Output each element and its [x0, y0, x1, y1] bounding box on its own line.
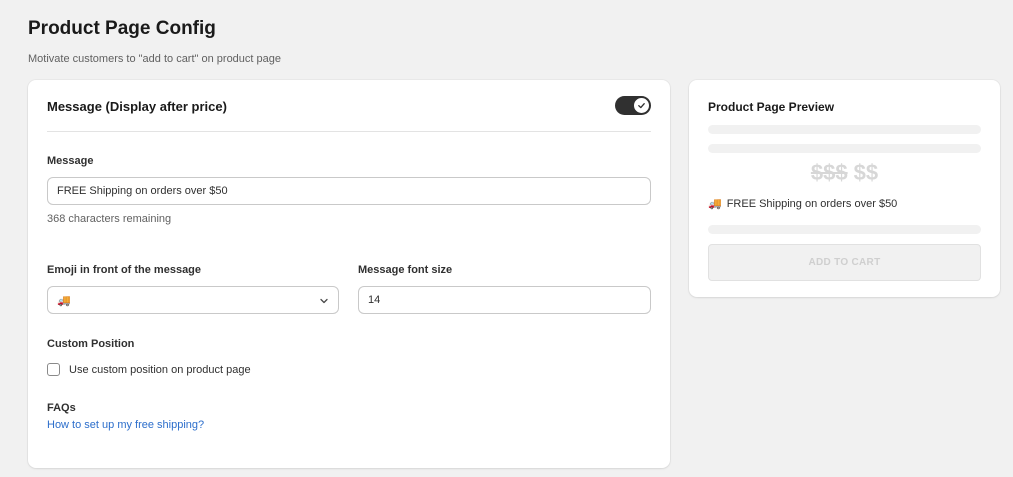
font-size-label: Message font size: [358, 264, 453, 276]
faqs-label: FAQs: [47, 402, 76, 414]
message-input-value: FREE Shipping on orders over $50: [57, 185, 228, 197]
preview-message: 🚚 FREE Shipping on orders over $50: [708, 197, 898, 211]
skeleton-line: [708, 125, 981, 134]
page-title: Product Page Config: [28, 18, 216, 39]
chevron-down-icon: [320, 298, 328, 304]
emoji-select-value: 🚚: [57, 294, 71, 307]
message-settings-card: Message (Display after price) Message FR…: [28, 80, 670, 468]
old-price: $$$: [810, 160, 848, 185]
preview-title: Product Page Preview: [708, 100, 835, 114]
message-input[interactable]: FREE Shipping on orders over $50: [47, 177, 651, 205]
divider: [47, 131, 651, 132]
toggle-knob: [634, 98, 649, 113]
font-size-input[interactable]: 14: [358, 286, 651, 314]
checkmark-icon: [638, 103, 645, 109]
message-label: Message: [47, 155, 94, 167]
skeleton-line: [708, 225, 981, 234]
preview-price: $$$ $$: [689, 160, 1000, 186]
new-price: $$: [853, 160, 879, 185]
emoji-label: Emoji in front of the message: [47, 264, 202, 276]
faq-link[interactable]: How to set up my free shipping?: [47, 419, 204, 431]
page-subtitle: Motivate customers to "add to cart" on p…: [28, 53, 281, 65]
section-title: Message (Display after price): [47, 99, 227, 114]
font-size-value: 14: [368, 294, 381, 306]
add-to-cart-button[interactable]: ADD TO CART: [708, 244, 981, 281]
custom-position-checkbox[interactable]: [47, 363, 60, 376]
emoji-select[interactable]: 🚚: [47, 286, 339, 314]
preview-message-text: FREE Shipping on orders over $50: [726, 197, 898, 210]
skeleton-line: [708, 144, 981, 153]
preview-card: Product Page Preview $$$ $$ 🚚 FREE Shippi…: [689, 80, 1000, 297]
truck-emoji-icon: 🚚: [708, 198, 722, 210]
custom-position-checkbox-label[interactable]: Use custom position on product page: [69, 364, 251, 376]
characters-remaining: 368 characters remaining: [47, 213, 172, 225]
message-display-toggle[interactable]: [615, 96, 651, 115]
custom-position-label: Custom Position: [47, 338, 135, 350]
